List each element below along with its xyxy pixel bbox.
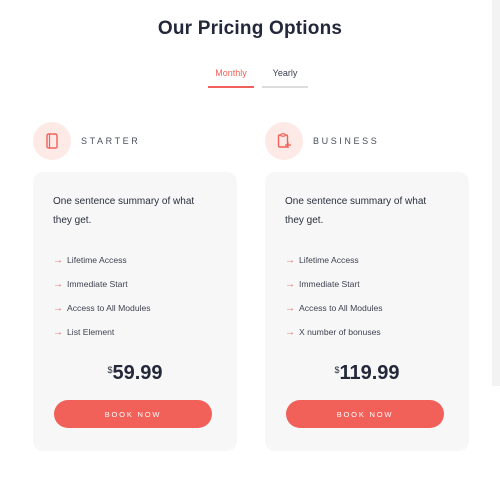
- tab-monthly[interactable]: Monthly: [208, 68, 254, 88]
- arrow-right-icon: →: [285, 278, 295, 290]
- currency-symbol: $: [334, 365, 340, 375]
- notebook-icon: [33, 122, 71, 160]
- plan-name-business: BUSINESS: [313, 136, 380, 146]
- list-item: → Access to All Modules: [285, 296, 449, 320]
- arrow-right-icon: →: [285, 302, 295, 314]
- plan-summary: One sentence summary of what they get.: [285, 196, 427, 226]
- arrow-right-icon: →: [53, 302, 63, 314]
- feature-label: Lifetime Access: [67, 255, 127, 265]
- plan-price: $119.99: [265, 362, 469, 385]
- feature-label: Immediate Start: [67, 279, 128, 289]
- arrow-right-icon: →: [53, 254, 63, 266]
- list-item: → Lifetime Access: [285, 248, 449, 272]
- plan-card-starter: One sentence summary of what they get. →…: [33, 172, 237, 451]
- feature-label: Lifetime Access: [299, 255, 359, 265]
- page-title: Our Pricing Options: [157, 18, 343, 39]
- list-item: → Immediate Start: [285, 272, 449, 296]
- feature-list: → Lifetime Access → Immediate Start → Acces…: [285, 248, 449, 344]
- book-now-button[interactable]: BOOK NOW: [54, 400, 212, 428]
- plan-summary: One sentence summary of what they get.: [53, 196, 195, 226]
- feature-list: → Lifetime Access → Immediate Start → Acces…: [53, 248, 217, 344]
- arrow-right-icon: →: [285, 326, 295, 338]
- plan-header-starter: STARTER: [33, 122, 140, 160]
- currency-symbol: $: [107, 365, 113, 375]
- feature-label: X number of bonuses: [299, 327, 381, 337]
- arrow-right-icon: →: [53, 278, 63, 290]
- plan-name-starter: STARTER: [81, 136, 141, 146]
- feature-label: Access to All Modules: [67, 303, 151, 313]
- list-item: → Immediate Start: [53, 272, 217, 296]
- list-item: → X number of bonuses: [285, 320, 449, 344]
- list-item: → Lifetime Access: [53, 248, 217, 272]
- tab-yearly[interactable]: Yearly: [262, 68, 308, 88]
- list-item: → Access to All Modules: [53, 296, 217, 320]
- list-item: → List Element: [53, 320, 217, 344]
- feature-label: List Element: [67, 327, 115, 337]
- plan-price: $59.99: [33, 362, 237, 385]
- feature-label: Access to All Modules: [299, 303, 383, 313]
- plan-header-business: BUSINESS: [265, 122, 379, 160]
- price-amount: 119.99: [339, 362, 400, 384]
- arrow-right-icon: →: [53, 326, 63, 338]
- arrow-right-icon: →: [285, 254, 295, 266]
- billing-period-tabs: Monthly Yearly: [208, 68, 308, 88]
- book-now-button[interactable]: BOOK NOW: [286, 400, 444, 428]
- plan-card-business: One sentence summary of what they get. →…: [265, 172, 469, 451]
- clipboard-plus-icon: [265, 122, 303, 160]
- price-amount: 59.99: [112, 362, 163, 384]
- right-edge-strip: [492, 0, 500, 386]
- feature-label: Immediate Start: [299, 279, 360, 289]
